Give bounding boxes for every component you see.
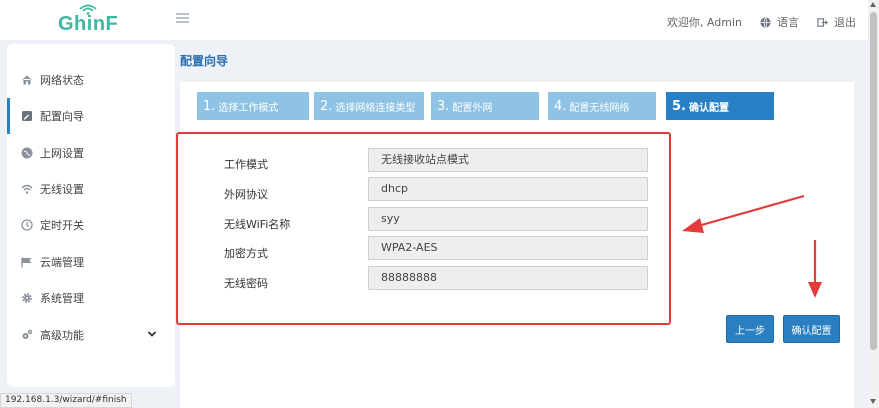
step-label: 选择工作模式 [218,102,279,114]
language-link[interactable]: 语言 [777,14,799,30]
step-number: 5. [672,98,686,114]
work-mode-value: 无线接收站点模式 [368,148,648,172]
logout-link[interactable]: 退出 [834,14,856,30]
sidebar-item-label: 系统管理 [40,292,84,305]
wizard-step-5[interactable]: 5. 确认配置 [666,92,774,120]
wan-protocol-label: 外网协议 [224,188,268,201]
sidebar-item-cloud-management[interactable]: 云端管理 [7,244,175,280]
wifi-password-label: 无线密码 [224,277,268,290]
top-bar: GhinF 欢迎你, Admin 语言 退出 [0,0,868,40]
sidebar-item-label: 定时开关 [40,219,84,232]
gears-icon [22,329,33,339]
gear-icon [22,293,32,303]
step-label: 选择网络连接类型 [335,102,416,114]
step-number: 3. [437,98,450,114]
wifi-password-value: 88888888 [368,266,648,290]
page-scrollbar[interactable] [868,0,879,408]
sidebar-item-label: 无线设置 [40,183,84,196]
logout-icon [817,17,828,27]
scroll-up-icon[interactable] [870,2,876,7]
sidebar-item-label: 网络状态 [40,74,84,87]
step-label: 确认配置 [688,102,729,114]
logo-text: GhinF [58,13,119,35]
sidebar-item-timer-switch[interactable]: 定时开关 [7,207,175,243]
step-label: 配置外网 [452,102,493,114]
step-number: 1. [203,98,216,114]
sidebar-item-wireless-settings[interactable]: 无线设置 [7,171,175,207]
chevron-down-icon[interactable] [147,329,157,339]
sidebar-item-label: 云端管理 [40,256,84,269]
encryption-value: WPA2-AES [368,236,648,260]
scroll-down-icon[interactable] [870,399,876,404]
wan-protocol-value: dhcp [368,177,648,201]
wizard-step-3[interactable]: 3. 配置外网 [431,92,539,120]
step-label: 配置无线网络 [569,102,630,114]
welcome-text: 欢迎你, Admin [666,16,742,29]
confirm-config-button[interactable]: 确认配置 [783,315,840,343]
scroll-thumb[interactable] [870,12,877,350]
sidebar-item-system-management[interactable]: 系统管理 [7,280,175,316]
wifi-name-label: 无线WiFi名称 [224,218,291,231]
home-icon [22,75,32,85]
wizard-step-4[interactable]: 4. 配置无线网络 [548,92,656,120]
encryption-label: 加密方式 [224,247,268,260]
page-title: 配置向导 [180,54,229,68]
wifi-name-value: syy [368,207,648,231]
sidebar: 网络状态 配置向导 上网设置 无线设置 定时开关 云端管理 系统管理 高级功能 [7,44,175,387]
status-url: 192.168.1.3/wizard/#finish [0,393,132,408]
clock-icon [21,219,33,231]
cloud-flag-icon [21,257,32,268]
sidebar-item-label: 配置向导 [40,110,84,123]
wizard-icon [22,111,32,121]
sidebar-item-setup-wizard[interactable]: 配置向导 [7,98,175,134]
wifi-icon [21,184,33,194]
prev-step-button[interactable]: 上一步 [726,315,774,343]
sidebar-item-internet-settings[interactable]: 上网设置 [7,135,175,171]
logo[interactable]: GhinF [58,3,118,37]
step-number: 2. [320,98,333,114]
wizard-step-2[interactable]: 2. 选择网络连接类型 [314,92,424,120]
globe-icon [760,16,771,28]
user-toolbar: 欢迎你, Admin 语言 退出 [667,14,856,30]
work-mode-label: 工作模式 [224,158,268,171]
sidebar-item-label: 高级功能 [40,329,84,342]
sidebar-item-label: 上网设置 [40,147,84,160]
sidebar-item-advanced-features[interactable]: 高级功能 [7,317,175,353]
globe-icon [21,147,33,159]
wizard-step-1[interactable]: 1. 选择工作模式 [197,92,309,120]
menu-toggle-icon[interactable] [176,13,189,23]
step-number: 4. [554,98,567,114]
sidebar-item-network-status[interactable]: 网络状态 [7,62,175,98]
